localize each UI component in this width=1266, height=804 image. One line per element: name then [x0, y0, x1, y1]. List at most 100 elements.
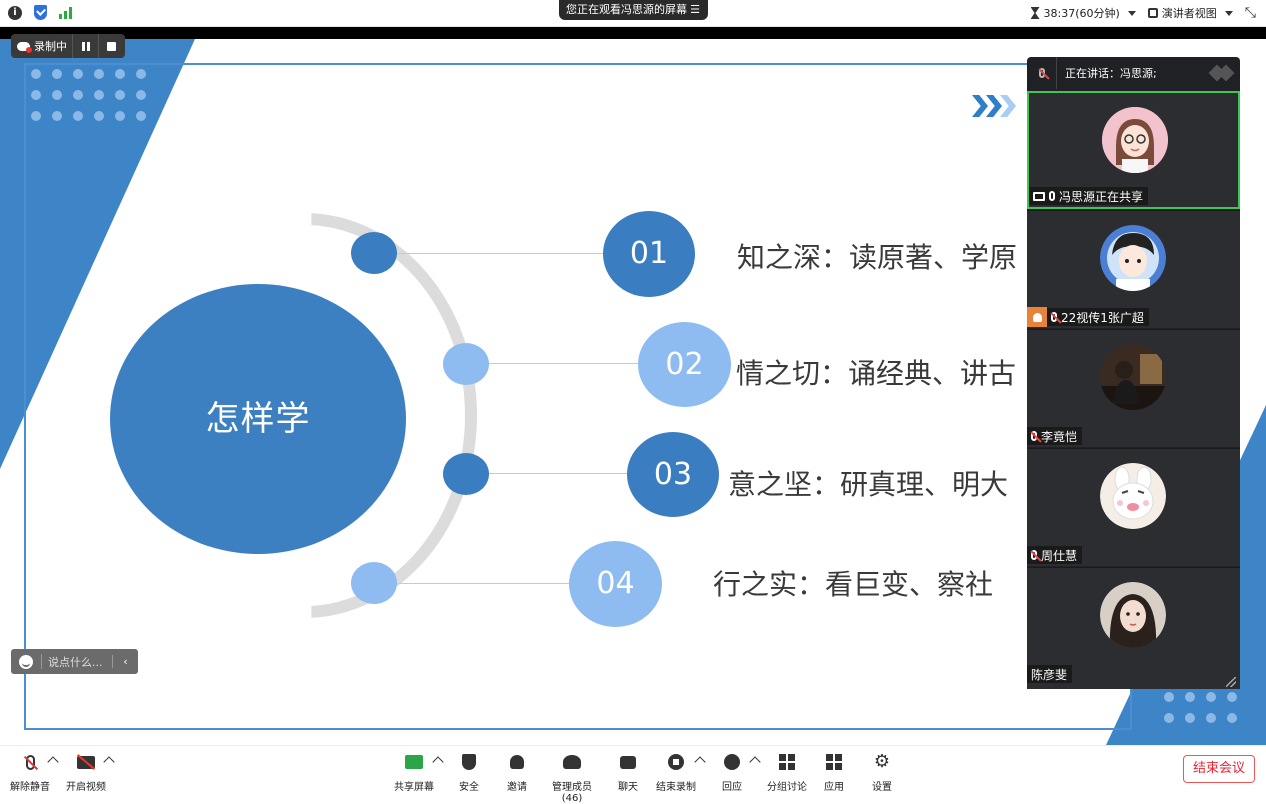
connector-line — [396, 583, 576, 584]
chevron-down-icon — [1224, 10, 1233, 16]
security-button[interactable]: 安全 — [455, 752, 483, 793]
panel-options-icon[interactable] — [1208, 64, 1235, 82]
info-icon[interactable]: i — [8, 5, 22, 20]
timer-text: 38:37(60分钟) — [1043, 7, 1120, 20]
quick-chat-input[interactable]: 说点什么... ‹ — [11, 649, 138, 674]
connector-line — [466, 363, 646, 364]
mic-icon — [1049, 191, 1055, 201]
share-banner[interactable]: 您正在观看冯思源的屏幕 ☰ — [559, 0, 708, 20]
view-mode-dropdown[interactable]: 演讲者视图 — [1147, 5, 1233, 21]
participant-name: 李竟恺 — [1041, 429, 1078, 444]
stop-icon — [107, 41, 116, 51]
muted-mic-icon — [1051, 312, 1057, 322]
stop-record-icon — [668, 754, 684, 770]
unmute-button[interactable]: 解除静音 — [10, 752, 50, 793]
video-tile[interactable]: 周仕慧 — [1027, 448, 1240, 566]
video-tile[interactable]: 22视传1张广超 — [1027, 210, 1240, 328]
cloud-record-icon — [17, 41, 32, 53]
share-screen-icon — [405, 755, 423, 769]
connector-line — [466, 473, 636, 474]
participant-label: 冯思源正在共享 — [1029, 187, 1149, 205]
avatar — [1100, 344, 1166, 410]
menu-icon[interactable]: ☰ — [690, 0, 700, 20]
signal-icon[interactable] — [59, 6, 72, 19]
meeting-timer[interactable]: 38:37(60分钟) — [1030, 5, 1136, 21]
reaction-emoji-icon — [724, 754, 740, 770]
arc-dot — [443, 453, 489, 495]
avatar — [1100, 225, 1166, 291]
participant-name: 22视传1张广超 — [1061, 310, 1144, 325]
stop-recording-button[interactable] — [98, 34, 124, 58]
meeting-toolbar: 解除静音 开启视频 共享屏幕 安全 邀请 管理成员(46) 聊天 结束录制 回应… — [0, 745, 1266, 804]
share-banner-text: 您正在观看冯思源的屏幕 — [566, 3, 687, 16]
speaking-indicator: 正在讲话：冯思源; — [1027, 57, 1240, 89]
video-tile[interactable]: 冯思源正在共享 — [1027, 91, 1240, 209]
slide-dot-pattern — [31, 69, 146, 121]
participant-name: 冯思源正在共享 — [1059, 189, 1144, 204]
video-tile[interactable]: 李竟恺 — [1027, 329, 1240, 447]
video-panel: 正在讲话：冯思源; 冯思源正在共享 22视传1张广超 李竟恺 周仕慧 陈彦斐 — [1027, 57, 1240, 689]
settings-button[interactable]: ⚙ 设置 — [868, 752, 896, 794]
reactions-button[interactable]: 回应 — [718, 752, 746, 793]
start-video-button[interactable]: 开启视频 — [64, 752, 108, 793]
chat-placeholder[interactable]: 说点什么... — [48, 654, 103, 670]
shield-icon — [462, 754, 476, 770]
collapse-chevron-icon[interactable]: ‹ — [112, 655, 138, 668]
avatar — [1100, 463, 1166, 529]
item-number-4: 04 — [569, 541, 662, 627]
item-text-3: 意之坚：研真理、明大 — [728, 468, 1009, 501]
chat-button[interactable]: 聊天 — [614, 752, 642, 793]
participants-icon — [563, 755, 581, 769]
person-icon — [1027, 307, 1047, 327]
chat-bubble-icon — [620, 755, 636, 769]
participant-name: 陈彦斐 — [1031, 667, 1068, 682]
item-text-4: 行之实：看巨变、察社 — [713, 568, 994, 601]
speaking-text: 正在讲话：冯思源; — [1065, 67, 1157, 80]
end-recording-button[interactable]: 结束录制 — [654, 752, 698, 793]
recording-label: 录制中 — [34, 40, 67, 53]
avatar — [1100, 582, 1166, 648]
muted-mic-icon — [23, 754, 38, 770]
participant-label: 22视传1张广超 — [1027, 307, 1149, 327]
breakout-icon — [779, 754, 795, 770]
arc-dot — [443, 343, 489, 385]
screen-share-top-border — [0, 27, 1266, 39]
top-bar: i 您正在观看冯思源的屏幕 ☰ 38:37(60分钟) 演讲者视图 ⤡ — [0, 0, 1266, 27]
security-shield-icon[interactable] — [34, 5, 47, 20]
layout-icon — [1147, 8, 1158, 18]
item-number-1: 01 — [603, 211, 695, 297]
exit-fullscreen-icon[interactable]: ⤡ — [1245, 5, 1256, 21]
invite-button[interactable]: 邀请 — [503, 752, 531, 793]
breakout-rooms-button[interactable]: 分组讨论 — [766, 752, 808, 793]
manage-members-button[interactable]: 管理成员(46) — [543, 752, 601, 804]
video-off-icon — [76, 753, 96, 770]
reactions-chevron-icon[interactable] — [749, 756, 761, 768]
recording-indicator: 录制中 — [11, 34, 125, 58]
muted-mic-icon — [1031, 550, 1037, 560]
slide-center-circle: 怎样学 — [110, 284, 406, 554]
emoji-icon[interactable] — [19, 654, 33, 669]
hourglass-icon — [1030, 7, 1040, 19]
apps-button[interactable]: 应用 — [820, 752, 848, 793]
slide-dot-pattern — [1164, 692, 1237, 723]
pause-icon — [81, 41, 90, 51]
arc-dot — [351, 232, 397, 274]
end-meeting-button[interactable]: 结束会议 — [1183, 755, 1255, 783]
participant-name: 周仕慧 — [1041, 548, 1078, 563]
chevron-down-icon — [1127, 10, 1136, 16]
video-tile[interactable]: 陈彦斐 — [1027, 567, 1240, 689]
resize-handle-icon[interactable] — [1226, 677, 1236, 687]
share-screen-button[interactable]: 共享屏幕 — [393, 752, 435, 793]
connector-line — [396, 253, 611, 254]
arc-dot — [351, 562, 397, 604]
mic-icon — [1027, 57, 1057, 89]
screen-share-icon — [1033, 191, 1045, 201]
participant-label: 陈彦斐 — [1027, 665, 1073, 683]
item-number-3: 03 — [627, 432, 719, 517]
view-mode-label: 演讲者视图 — [1161, 7, 1217, 20]
item-number-2: 02 — [638, 322, 731, 407]
slide-chevrons-decor — [972, 95, 1016, 117]
muted-mic-icon — [1031, 431, 1037, 441]
pause-recording-button[interactable] — [72, 34, 98, 58]
item-text-1: 知之深：读原著、学原 — [737, 241, 1018, 274]
